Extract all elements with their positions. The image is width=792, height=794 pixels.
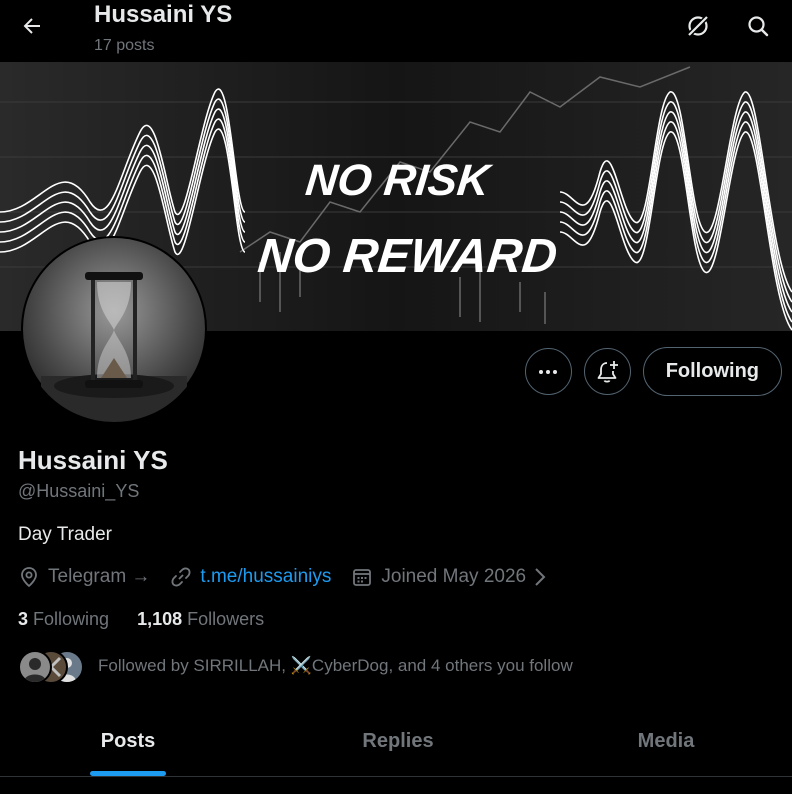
followed-by-text: Followed by SIRRILLAH, ⚔️CyberDog, and 4… [98,656,573,675]
followed-by-avatars [18,650,84,684]
search-button[interactable] [740,8,776,44]
joined-text: Joined May 2026 [381,566,527,587]
active-tab-indicator [90,771,166,776]
top-bar: Hussaini YS 17 posts [0,0,792,62]
profile-tabs: Posts Replies Media [0,706,792,777]
grok-icon [686,14,710,38]
location-text: Telegram → [48,566,151,587]
notifications-button[interactable] [583,348,631,395]
profile-actions: Following [524,347,782,396]
followers-count: 1,108 [137,609,183,629]
more-options-button[interactable] [524,348,572,395]
bell-plus-icon [597,360,619,383]
location-pin-icon [18,566,40,588]
website-link[interactable]: t.me/hussainiys [200,566,331,588]
calendar-icon [351,566,373,588]
following-count-link[interactable]: 3 Following [18,609,109,630]
back-button[interactable] [14,8,50,44]
profile-name: Hussaini YS [18,445,168,475]
tab-posts-label: Posts [100,729,156,752]
arrow-left-icon [23,18,40,34]
following-button[interactable]: Following [642,347,782,396]
follower-avatar [18,650,52,684]
profile-avatar[interactable] [21,236,207,422]
profile-handle: @Hussaini_YS [18,481,140,501]
website: t.me/hussainiys [170,566,331,588]
banner-text-line2: NO REWARD [255,229,559,283]
tab-media-label: Media [637,729,695,752]
header-title: Hussaini YS [94,1,233,28]
grok-button[interactable] [680,8,716,44]
following-count: 3 [18,609,29,629]
followed-by[interactable]: Followed by SIRRILLAH, ⚔️CyberDog, and 4… [18,650,573,684]
link-icon [170,566,192,588]
profile-meta: Telegram → t.me/hussainiys Joined May 20… [18,566,546,588]
follow-stats: 3 Following 1,108 Followers [18,609,292,630]
tab-media[interactable]: Media [540,706,792,776]
banner-text-line1: NO RISK [303,156,495,205]
followers-label: Followers [187,609,265,629]
more-horizontal-icon [539,369,558,374]
profile-bio: Day Trader [18,524,112,545]
followers-count-link[interactable]: 1,108 Followers [137,609,264,630]
following-label: Following [33,609,110,629]
joined-date[interactable]: Joined May 2026 [351,566,546,588]
tab-replies-label: Replies [362,729,434,752]
tab-posts[interactable]: Posts [0,706,256,776]
location: Telegram → [18,566,150,588]
post-count: 17 posts [94,37,155,54]
chevron-right-icon [534,567,546,587]
tab-replies[interactable]: Replies [256,706,540,776]
search-icon [748,16,769,37]
